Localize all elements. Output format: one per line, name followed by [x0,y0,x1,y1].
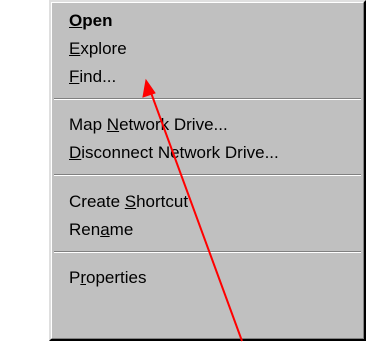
page: Open Explore Find... Map Network Drive..… [0,0,368,342]
menu-item-rename[interactable]: Rename [69,217,133,243]
menu-item-open[interactable]: Open [69,8,112,34]
context-menu-frame: Open Explore Find... Map Network Drive..… [51,2,364,339]
menu-separator [54,98,361,100]
access-key: D [69,143,82,162]
menu-item-map-network-drive[interactable]: Map Network Drive... [69,112,228,138]
access-key: O [69,11,83,30]
access-key: a [100,220,110,239]
menu-separator [54,251,361,253]
menu-separator [54,174,361,176]
menu-item-create-shortcut[interactable]: Create Shortcut [69,189,188,215]
access-key: E [69,39,81,58]
menu-item-explore[interactable]: Explore [69,36,127,62]
access-key: F [69,67,80,86]
context-menu: Open Explore Find... Map Network Drive..… [49,0,366,341]
access-key: S [124,192,137,211]
menu-item-properties[interactable]: Properties [69,265,147,291]
menu-item-find[interactable]: Find... [69,64,116,90]
menu-item-disconnect-network-drive[interactable]: Disconnect Network Drive... [69,140,279,166]
access-key: N [106,115,120,134]
